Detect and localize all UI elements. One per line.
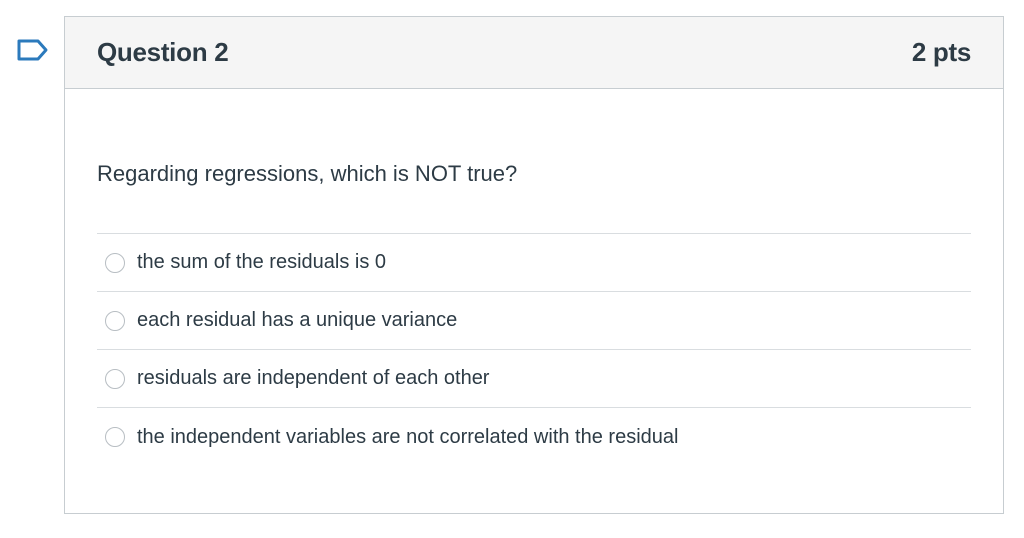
answer-radio[interactable]	[105, 252, 125, 273]
question-text: Regarding regressions, which is NOT true…	[97, 161, 518, 186]
question-body: Regarding regressions, which is NOT true…	[65, 159, 1003, 466]
question-points: 2 pts	[911, 37, 971, 67]
answer-label: the sum of the residuals is 0	[137, 251, 387, 273]
question-header: Question 2 2 pts	[65, 17, 1003, 89]
answer-option[interactable]: the sum of the residuals is 0	[97, 234, 971, 292]
answer-radio[interactable]	[105, 368, 125, 389]
answer-option[interactable]: the independent variables are not correl…	[97, 408, 971, 466]
answer-option[interactable]: each residual has a unique variance	[97, 292, 971, 350]
question-title: Question 2	[97, 37, 229, 67]
answer-label: the independent variables are not correl…	[137, 425, 679, 448]
answer-list: the sum of the residuals is 0 each resid…	[97, 233, 971, 466]
answer-label: residuals are independent of each other	[137, 367, 490, 389]
answer-radio[interactable]	[105, 427, 125, 447]
answer-option[interactable]: residuals are independent of each other	[97, 350, 971, 408]
answer-label: each residual has a unique variance	[137, 309, 458, 331]
flag-question-icon[interactable]	[16, 38, 50, 62]
answer-radio[interactable]	[105, 310, 125, 331]
question-card: Question 2 2 pts Regarding regressions, …	[64, 16, 1004, 514]
